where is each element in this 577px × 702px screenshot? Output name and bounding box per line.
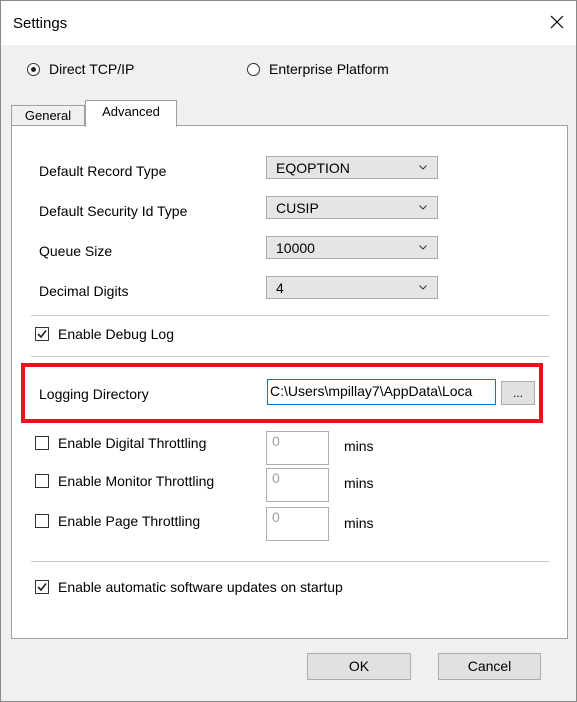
logging-directory-label: Logging Directory xyxy=(39,386,149,402)
queue-size-select[interactable]: 10000 xyxy=(266,236,438,259)
page-throttling-unit: mins xyxy=(344,515,374,531)
enable-debug-log-box[interactable] xyxy=(35,327,49,341)
checkmark-icon xyxy=(37,583,47,592)
default-record-type-label: Default Record Type xyxy=(39,163,167,179)
radio-enterprise-platform-circle[interactable] xyxy=(247,62,260,76)
default-security-id-type-select[interactable]: CUSIP xyxy=(266,196,438,219)
logging-directory-input[interactable]: C:\Users\mpillay7\AppData\Loca xyxy=(267,379,496,405)
cancel-button[interactable]: Cancel xyxy=(438,653,541,680)
ok-button[interactable]: OK xyxy=(307,653,411,680)
monitor-throttling-unit: mins xyxy=(344,475,374,491)
default-record-type-select[interactable]: EQOPTION xyxy=(266,156,438,179)
chevron-down-icon xyxy=(419,165,427,170)
radio-enterprise-platform-label: Enterprise Platform xyxy=(269,61,389,77)
enable-debug-log-checkbox[interactable]: Enable Debug Log xyxy=(35,326,174,342)
close-icon xyxy=(550,15,564,29)
browse-button[interactable]: ... xyxy=(501,381,535,405)
enable-auto-updates-box[interactable] xyxy=(35,580,49,594)
queue-size-value: 10000 xyxy=(276,240,315,256)
radio-enterprise-platform[interactable]: Enterprise Platform xyxy=(247,61,389,77)
title-bar: Settings xyxy=(1,1,576,45)
queue-size-label: Queue Size xyxy=(39,243,113,259)
radio-direct-tcpip[interactable]: Direct TCP/IP xyxy=(27,61,134,77)
enable-monitor-throttling-checkbox[interactable]: Enable Monitor Throttling xyxy=(35,473,214,489)
enable-page-throttling-checkbox[interactable]: Enable Page Throttling xyxy=(35,513,200,529)
enable-auto-updates-label: Enable automatic software updates on sta… xyxy=(58,579,343,595)
separator xyxy=(31,315,549,316)
separator xyxy=(31,561,549,562)
radio-direct-tcpip-circle[interactable] xyxy=(27,62,40,76)
decimal-digits-label: Decimal Digits xyxy=(39,283,129,299)
close-button[interactable] xyxy=(544,9,570,35)
enable-monitor-throttling-label: Enable Monitor Throttling xyxy=(58,473,215,489)
decimal-digits-select[interactable]: 4 xyxy=(266,276,438,299)
window-title: Settings xyxy=(13,15,68,32)
separator xyxy=(31,356,549,357)
radio-direct-tcpip-label: Direct TCP/IP xyxy=(49,61,135,77)
default-security-id-type-value: CUSIP xyxy=(276,200,319,216)
page-throttling-input[interactable]: 0 xyxy=(266,507,329,541)
enable-digital-throttling-label: Enable Digital Throttling xyxy=(58,435,207,451)
tab-general[interactable]: General xyxy=(11,105,85,126)
monitor-throttling-input[interactable]: 0 xyxy=(266,468,329,502)
enable-debug-log-label: Enable Debug Log xyxy=(58,326,174,342)
tab-advanced[interactable]: Advanced xyxy=(85,100,177,127)
default-record-type-value: EQOPTION xyxy=(276,160,350,176)
enable-monitor-throttling-box[interactable] xyxy=(35,474,49,488)
chevron-down-icon xyxy=(419,205,427,210)
checkmark-icon xyxy=(37,330,47,339)
chevron-down-icon xyxy=(419,245,427,250)
enable-digital-throttling-checkbox[interactable]: Enable Digital Throttling xyxy=(35,435,206,451)
settings-dialog: Settings Direct TCP/IP Enterprise Platfo… xyxy=(0,0,577,702)
chevron-down-icon xyxy=(419,285,427,290)
digital-throttling-unit: mins xyxy=(344,438,374,454)
enable-auto-updates-checkbox[interactable]: Enable automatic software updates on sta… xyxy=(35,579,343,595)
enable-page-throttling-label: Enable Page Throttling xyxy=(58,513,201,529)
enable-digital-throttling-box[interactable] xyxy=(35,436,49,450)
digital-throttling-input[interactable]: 0 xyxy=(266,431,329,465)
decimal-digits-value: 4 xyxy=(276,280,284,296)
enable-page-throttling-box[interactable] xyxy=(35,514,49,528)
default-security-id-type-label: Default Security Id Type xyxy=(39,203,188,219)
